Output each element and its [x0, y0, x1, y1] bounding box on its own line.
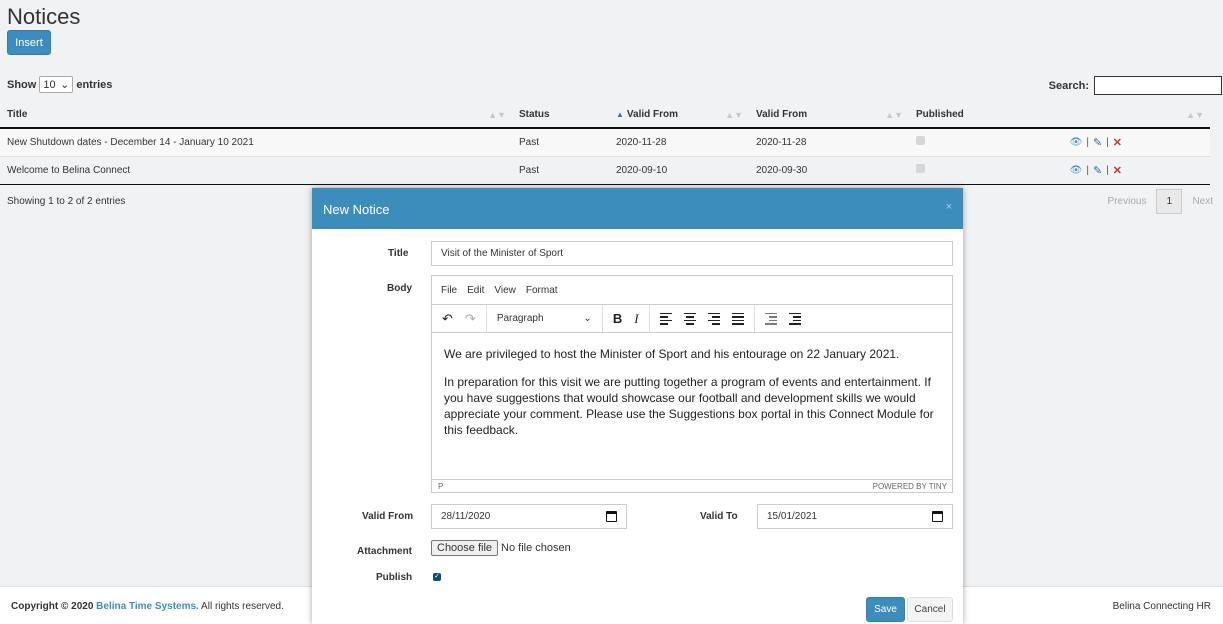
notices-table: Title ▲▼ Status ▲ Valid From ▲▼ Valid From ▲…: [0, 101, 1210, 185]
cell-actions: 👁 | ✎ | ✕: [1049, 128, 1210, 157]
justify-icon[interactable]: [731, 312, 744, 325]
indent-icon[interactable]: [788, 312, 801, 325]
previous-button[interactable]: Previous: [1108, 196, 1147, 207]
italic-icon[interactable]: I: [634, 311, 638, 327]
show-label: Show: [7, 78, 37, 91]
eye-icon[interactable]: 👁: [1070, 165, 1083, 176]
menu-edit[interactable]: Edit: [467, 285, 484, 296]
insert-button[interactable]: Insert: [7, 30, 51, 55]
cell-valid-from: 2020-09-10: [609, 156, 749, 185]
modal-header: New Notice ×: [312, 188, 963, 229]
undo-icon[interactable]: ↶: [442, 311, 453, 327]
menu-view[interactable]: View: [494, 285, 516, 296]
powered-by[interactable]: POWERED BY TINY: [873, 482, 947, 491]
valid-from-label: Valid From: [362, 511, 414, 522]
attachment-input: Choose file No file chosen: [431, 540, 571, 556]
outdent-icon[interactable]: [764, 312, 777, 325]
body-label: Body: [387, 283, 412, 294]
valid-to-label: Valid To: [700, 511, 738, 522]
title-label: Title: [388, 248, 409, 259]
pencil-icon[interactable]: ✎: [1093, 136, 1102, 149]
rich-text-editor: File Edit View Format ↶ ↷ Paragraph ⌄ B I: [431, 275, 953, 493]
cell-published: [909, 128, 1049, 157]
pagination: Previous 1 Next: [1108, 189, 1213, 214]
editor-statusbar: P POWERED BY TINY: [432, 479, 952, 493]
align-left-icon[interactable]: [659, 312, 672, 325]
cell-valid-from: 2020-11-28: [609, 128, 749, 157]
page-1-button[interactable]: 1: [1156, 189, 1183, 214]
column-header-valid-from[interactable]: ▲ Valid From ▲▼: [609, 101, 749, 129]
chevron-down-icon: ⌄: [60, 79, 70, 91]
valid-from-date-input[interactable]: 28/11/2020: [431, 504, 627, 529]
search-label: Search:: [1048, 79, 1089, 92]
cancel-button[interactable]: Cancel: [907, 597, 953, 622]
page-title: Notices: [7, 4, 81, 29]
copyright: Copyright © 2020 Belina Time Systems. Al…: [11, 601, 284, 612]
next-button[interactable]: Next: [1192, 196, 1213, 207]
align-center-icon[interactable]: [683, 312, 696, 325]
column-header-valid-to[interactable]: Valid From ▲▼: [749, 101, 909, 129]
no-file-text: No file chosen: [501, 542, 571, 554]
calendar-icon[interactable]: [606, 511, 617, 522]
align-right-icon[interactable]: [707, 312, 720, 325]
editor-content[interactable]: We are privileged to host the Minister o…: [432, 333, 952, 479]
body-paragraph: In preparation for this visit we are put…: [444, 375, 934, 437]
column-header-status[interactable]: Status: [512, 101, 609, 129]
editor-toolbar: ↶ ↷ Paragraph ⌄ B I: [432, 305, 952, 333]
redo-icon[interactable]: ↷: [465, 311, 476, 327]
cell-actions: 👁 | ✎ | ✕: [1049, 156, 1210, 185]
bold-icon[interactable]: B: [613, 311, 622, 326]
published-checkbox: [916, 164, 925, 173]
entries-label: entries: [76, 78, 113, 91]
menu-format[interactable]: Format: [526, 285, 558, 296]
show-entries: Show 10 ⌄ entries: [7, 76, 112, 93]
cell-status: Past: [512, 156, 609, 185]
element-path[interactable]: P: [438, 482, 443, 491]
entries-select[interactable]: 10 ⌄: [39, 76, 74, 93]
choose-file-button[interactable]: Choose file: [431, 540, 499, 556]
column-header-actions[interactable]: ▲▼: [1049, 101, 1210, 129]
eye-icon[interactable]: 👁: [1070, 137, 1083, 148]
sort-asc-icon: ▲: [616, 109, 624, 119]
body-paragraph: We are privileged to host the Minister o…: [444, 347, 900, 361]
cell-title: New Shutdown dates - December 14 - Janua…: [0, 128, 512, 157]
publish-label: Publish: [376, 572, 413, 583]
block-format-select[interactable]: Paragraph ⌄: [497, 313, 592, 324]
cell-status: Past: [512, 128, 609, 157]
editor-menubar: File Edit View Format: [432, 276, 952, 305]
company-link[interactable]: Belina Time Systems.: [96, 601, 199, 612]
menu-file[interactable]: File: [441, 285, 457, 296]
valid-to-date-input[interactable]: 15/01/2021: [757, 504, 953, 529]
search-box: Search:: [1049, 76, 1222, 95]
column-header-published[interactable]: Published: [909, 101, 1049, 129]
sort-icon: ▲▼: [488, 110, 506, 120]
published-checkbox: [916, 136, 925, 146]
sort-icon: ▲▼: [1186, 110, 1204, 120]
cell-published: [909, 156, 1049, 185]
title-input[interactable]: Visit of the Minister of Sport: [431, 241, 953, 266]
delete-x-icon[interactable]: ✕: [1113, 164, 1122, 177]
sort-icon: ▲▼: [725, 110, 743, 120]
delete-x-icon[interactable]: ✕: [1113, 136, 1122, 149]
footer-tagline: Belina Connecting HR: [1112, 601, 1211, 612]
close-icon[interactable]: ×: [946, 201, 952, 213]
new-notice-modal: New Notice × Title Visit of the Minister…: [312, 188, 963, 624]
table-row: Welcome to Belina Connect Past 2020-09-1…: [0, 156, 1210, 185]
pencil-icon[interactable]: ✎: [1093, 164, 1102, 177]
attachment-label: Attachment: [357, 546, 413, 557]
column-header-title[interactable]: Title ▲▼: [0, 101, 512, 129]
modal-title: New Notice: [323, 202, 390, 217]
table-row: New Shutdown dates - December 14 - Janua…: [0, 128, 1210, 157]
sort-icon: ▲▼: [885, 110, 903, 120]
cell-valid-to: 2020-09-30: [749, 156, 909, 185]
cell-title: Welcome to Belina Connect: [0, 156, 512, 185]
publish-checkbox[interactable]: ✓: [433, 573, 441, 581]
cell-valid-to: 2020-11-28: [749, 128, 909, 157]
table-info: Showing 1 to 2 of 2 entries: [7, 196, 126, 207]
search-input[interactable]: [1094, 76, 1222, 95]
chevron-down-icon: ⌄: [583, 313, 592, 324]
save-button[interactable]: Save: [866, 597, 905, 622]
calendar-icon[interactable]: [932, 511, 943, 522]
